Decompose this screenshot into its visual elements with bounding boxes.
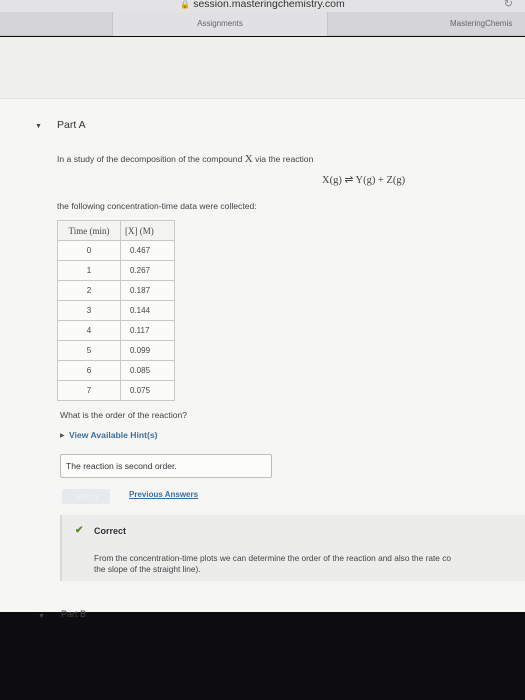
lock-icon: 🔒	[180, 0, 191, 9]
concentration-cell: 0.267	[120, 260, 175, 281]
table-row: 3 0.144	[57, 300, 175, 321]
time-cell: 6	[57, 360, 121, 381]
url-text: session.masteringchemistry.com	[193, 0, 345, 10]
question-text: What is the order of the reaction?	[60, 410, 188, 420]
reaction-equation: X(g) ⇌ Y(g) + Z(g)	[322, 175, 406, 186]
tab-masteringchemistry[interactable]: MasteringChemis	[400, 12, 525, 36]
reload-icon[interactable]: ↻	[504, 0, 513, 10]
feedback-line: From the concentration-time plots we can…	[94, 553, 451, 563]
assignment-page: ▼ Part A In a study of the decomposition…	[0, 37, 525, 620]
time-cell: 5	[57, 340, 121, 361]
concentration-cell: 0.075	[120, 380, 175, 401]
feedback-status: Correct	[94, 526, 127, 536]
table-row: 1 0.267	[57, 260, 175, 281]
concentration-cell: 0.117	[120, 320, 175, 341]
feedback-panel: ✔ Correct From the concentration-time pl…	[60, 515, 525, 581]
hint-expand-icon[interactable]: ▶	[60, 432, 65, 439]
data-description: the following concentration-time data we…	[57, 201, 257, 211]
part-b-title[interactable]: Part B	[61, 609, 86, 619]
time-column-header: Time (min)	[57, 220, 121, 241]
table-row: 6 0.085	[57, 360, 175, 381]
browser-toolbar: 🔒 session.masteringchemistry.com ↻	[0, 0, 525, 12]
answer-field[interactable]: The reaction is second order.	[60, 454, 272, 478]
problem-intro: In a study of the decomposition of the c…	[57, 153, 314, 165]
time-cell: 4	[57, 320, 121, 341]
address-bar[interactable]: 🔒 session.masteringchemistry.com	[0, 0, 525, 10]
table-row: 2 0.187	[57, 280, 175, 301]
previous-answers-link[interactable]: Previous Answers	[129, 490, 198, 499]
submit-button[interactable]: Submit	[62, 489, 110, 504]
table-row: 0 0.467	[57, 240, 175, 261]
concentration-cell: 0.085	[120, 360, 175, 381]
time-cell: 2	[57, 280, 121, 301]
check-icon: ✔	[75, 525, 84, 536]
view-hints-link[interactable]: View Available Hint(s)	[69, 430, 158, 440]
tab-assignments[interactable]: Assignments	[112, 12, 328, 36]
expand-part-b-icon[interactable]: ▼	[38, 613, 45, 620]
feedback-message: From the concentration-time plots we can…	[94, 553, 524, 574]
tab-bar: Assignments MasteringChemis	[0, 12, 525, 36]
table-header-row: Time (min) [X] (M)	[57, 220, 175, 241]
table-row: 7 0.075	[57, 380, 175, 401]
concentration-cell: 0.467	[120, 240, 175, 261]
collapse-part-a-icon[interactable]: ▼	[35, 123, 42, 130]
feedback-line: the slope of the straight line).	[94, 563, 201, 574]
compound-symbol: X	[244, 153, 253, 165]
time-cell: 3	[57, 300, 121, 321]
concentration-cell: 0.144	[120, 300, 175, 321]
table-row: 5 0.099	[57, 340, 175, 361]
time-cell: 1	[57, 260, 121, 281]
part-a-title: Part A	[57, 119, 86, 131]
concentration-cell: 0.099	[120, 340, 175, 361]
page-header-strip	[0, 37, 525, 99]
time-cell: 7	[57, 380, 121, 401]
time-cell: 0	[57, 240, 121, 261]
table-row: 4 0.117	[57, 320, 175, 341]
concentration-cell: 0.187	[120, 280, 175, 301]
concentration-time-table: Time (min) [X] (M) 0 0.467 1 0.267 2 0.187 …	[57, 220, 175, 401]
concentration-column-header: [X] (M)	[120, 220, 175, 241]
